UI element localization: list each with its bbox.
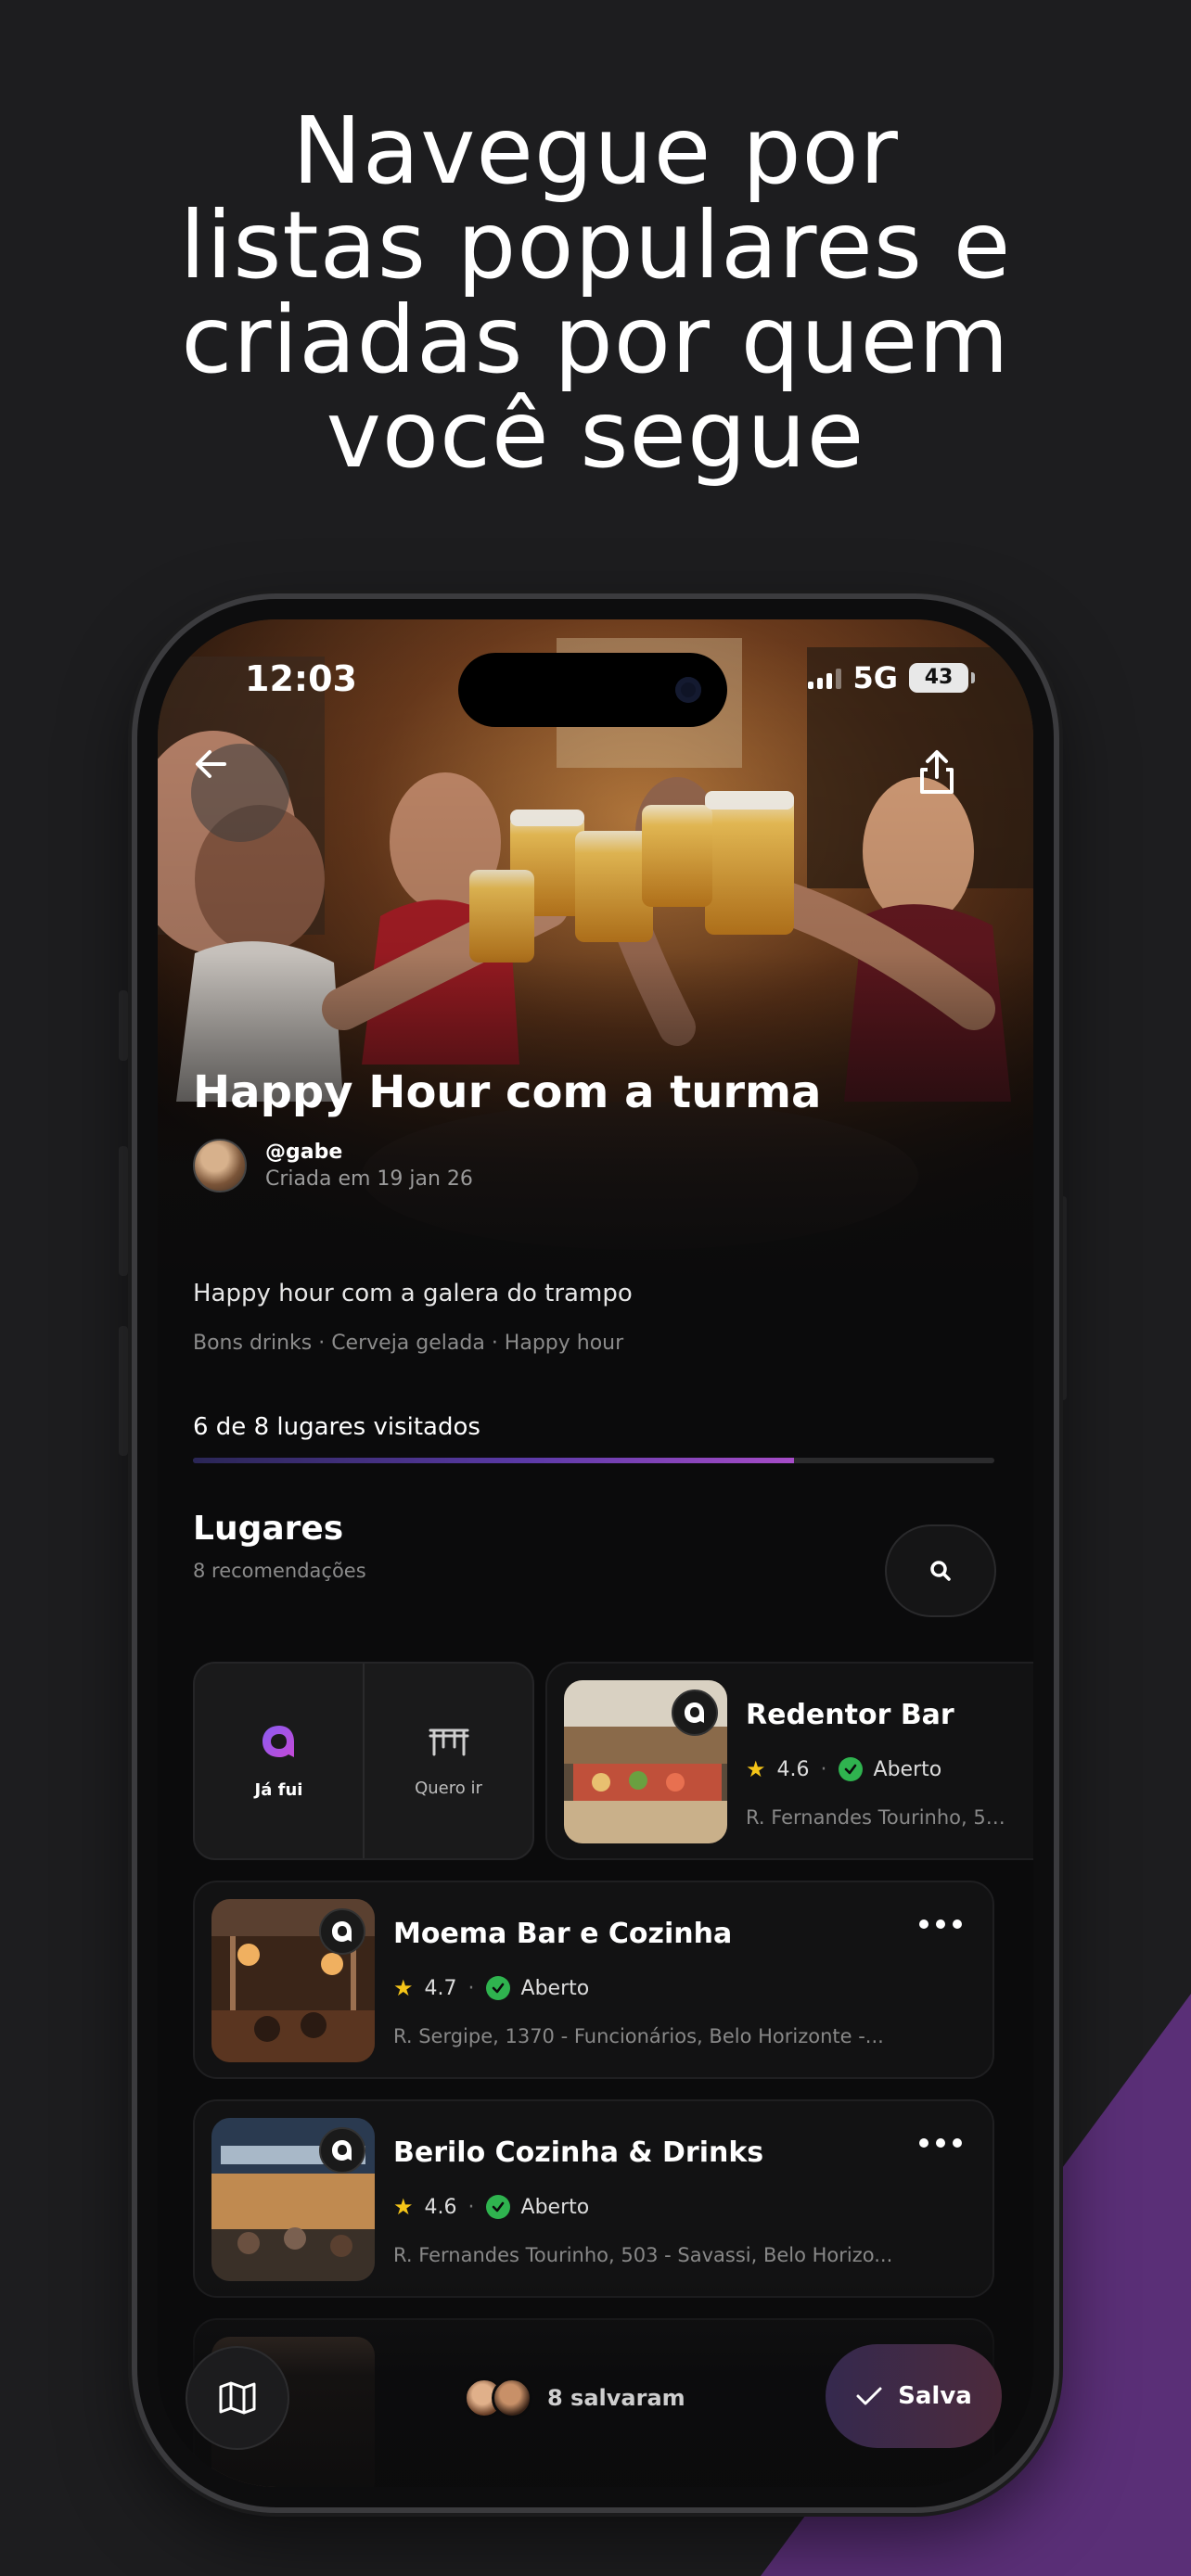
saved-by-avatars [464, 2378, 534, 2418]
filter-been-there[interactable]: Já fui [195, 1664, 363, 1858]
star-icon: ★ [393, 1975, 414, 2001]
visited-count: 6 de 8 lugares visitados [193, 1413, 480, 1441]
headline-line-2: listas populares e [179, 191, 1012, 300]
place-thumbnail [564, 1680, 727, 1843]
place-meta: ★ 4.6 · Aberto [393, 2194, 590, 2220]
phone-volume-up [119, 1146, 128, 1276]
place-thumbnail [211, 2118, 375, 2281]
marketing-headline: Navegue por listas populares e criadas p… [0, 104, 1191, 482]
visited-progress-bar [193, 1458, 994, 1463]
back-button[interactable] [191, 744, 289, 842]
place-badge-icon [319, 2127, 365, 2174]
arrow-left-icon [196, 750, 226, 778]
save-label: Salva [898, 2382, 972, 2410]
signal-icon [808, 667, 842, 689]
place-status: Aberto [520, 1976, 590, 2000]
place-status: Aberto [520, 2195, 590, 2219]
list-created-date: Criada em 19 jan 26 [265, 1167, 473, 1191]
dynamic-island [458, 653, 727, 727]
place-rating: 4.7 [424, 1976, 457, 2000]
headline-line-3: criadas por quem [181, 286, 1010, 394]
hero-image: 12:03 5G 43 Happy Hour com a turma @gabe… [158, 619, 1033, 1287]
save-button[interactable]: Salva [826, 2344, 1002, 2448]
place-address: R. Sergipe, 1370 - Funcionários, Belo Ho… [393, 2025, 884, 2047]
open-check-icon [485, 2195, 510, 2219]
more-options-button[interactable] [911, 1910, 970, 1938]
more-options-button[interactable] [911, 2129, 970, 2157]
table-icon [429, 1728, 468, 1755]
share-button[interactable] [916, 749, 991, 823]
filter-been-there-label: Já fui [254, 1779, 303, 1800]
star-icon: ★ [746, 1756, 766, 1782]
map-button[interactable] [186, 2346, 289, 2450]
star-icon: ★ [393, 2194, 414, 2220]
place-card[interactable]: Moema Bar e Cozinha ★ 4.7 · Aberto R. Se… [193, 1881, 994, 2079]
status-time: 12:03 [245, 658, 357, 699]
list-description: Happy hour com a galera do trampo [193, 1280, 633, 1307]
place-thumbnail [211, 1899, 375, 2062]
place-card[interactable]: Redentor Bar ★ 4.6 · Aberto R. Fernandes… [545, 1662, 1033, 1860]
visited-progress-fill [193, 1458, 794, 1463]
list-tags: Bons drinks · Cerveja gelada · Happy hou… [193, 1332, 624, 1355]
search-places-button[interactable] [885, 1524, 996, 1617]
list-title: Happy Hour com a turma [193, 1066, 822, 1118]
place-address: R. Fernandes Tourinho, 503 - Savassi, Be… [393, 2244, 893, 2266]
phone-action-button [119, 990, 128, 1061]
place-card[interactable]: Berilo Cozinha & Drinks ★ 4.6 · Aberto R… [193, 2099, 994, 2298]
place-meta: ★ 4.6 · Aberto [746, 1756, 942, 1782]
app-screen: 12:03 5G 43 Happy Hour com a turma @gabe… [158, 619, 1033, 2487]
beenthere-logo-icon [262, 1725, 294, 1757]
network-label: 5G [852, 660, 898, 695]
place-rating: 4.6 [424, 2195, 457, 2219]
visit-filter-card: Já fui Quero ir [193, 1662, 534, 1860]
open-check-icon [838, 1757, 863, 1781]
bottom-action-bar: 8 salvaram Salva [186, 2344, 1002, 2455]
list-author[interactable]: @gabe Criada em 19 jan 26 [193, 1139, 473, 1192]
search-icon [930, 1561, 951, 1581]
check-icon [856, 2387, 882, 2405]
place-name: Redentor Bar [746, 1699, 954, 1731]
open-check-icon [485, 1976, 510, 2000]
headline-line-1: Navegue por [292, 96, 899, 205]
author-avatar [193, 1139, 247, 1192]
place-address: R. Fernandes Tourinho, 500 - Savassi [746, 1806, 1015, 1829]
place-badge-icon [319, 1908, 365, 1955]
filter-want-to-go-label: Quero ir [415, 1778, 482, 1798]
places-section-title: Lugares [193, 1510, 344, 1548]
map-icon [219, 2381, 256, 2415]
headline-line-4: você segue [326, 380, 865, 489]
status-indicators: 5G 43 [808, 660, 975, 695]
place-name: Berilo Cozinha & Drinks [393, 2136, 764, 2169]
place-meta: ★ 4.7 · Aberto [393, 1975, 590, 2001]
place-status: Aberto [873, 1757, 942, 1781]
saved-by-info[interactable]: 8 salvaram [464, 2378, 685, 2418]
front-camera [675, 677, 701, 703]
phone-volume-down [119, 1326, 128, 1456]
author-handle: @gabe [265, 1141, 343, 1164]
places-count: 8 recomendações [193, 1560, 366, 1582]
place-name: Moema Bar e Cozinha [393, 1918, 733, 1950]
place-rating: 4.6 [776, 1757, 810, 1781]
phone-power-button [1057, 1196, 1067, 1400]
phone-frame: 12:03 5G 43 Happy Hour com a turma @gabe… [137, 599, 1054, 2507]
place-badge-icon [672, 1690, 718, 1736]
share-icon [920, 750, 954, 794]
saved-count: 8 salvaram [547, 2385, 685, 2411]
filter-want-to-go[interactable]: Quero ir [363, 1664, 532, 1858]
battery-icon: 43 [909, 663, 975, 693]
